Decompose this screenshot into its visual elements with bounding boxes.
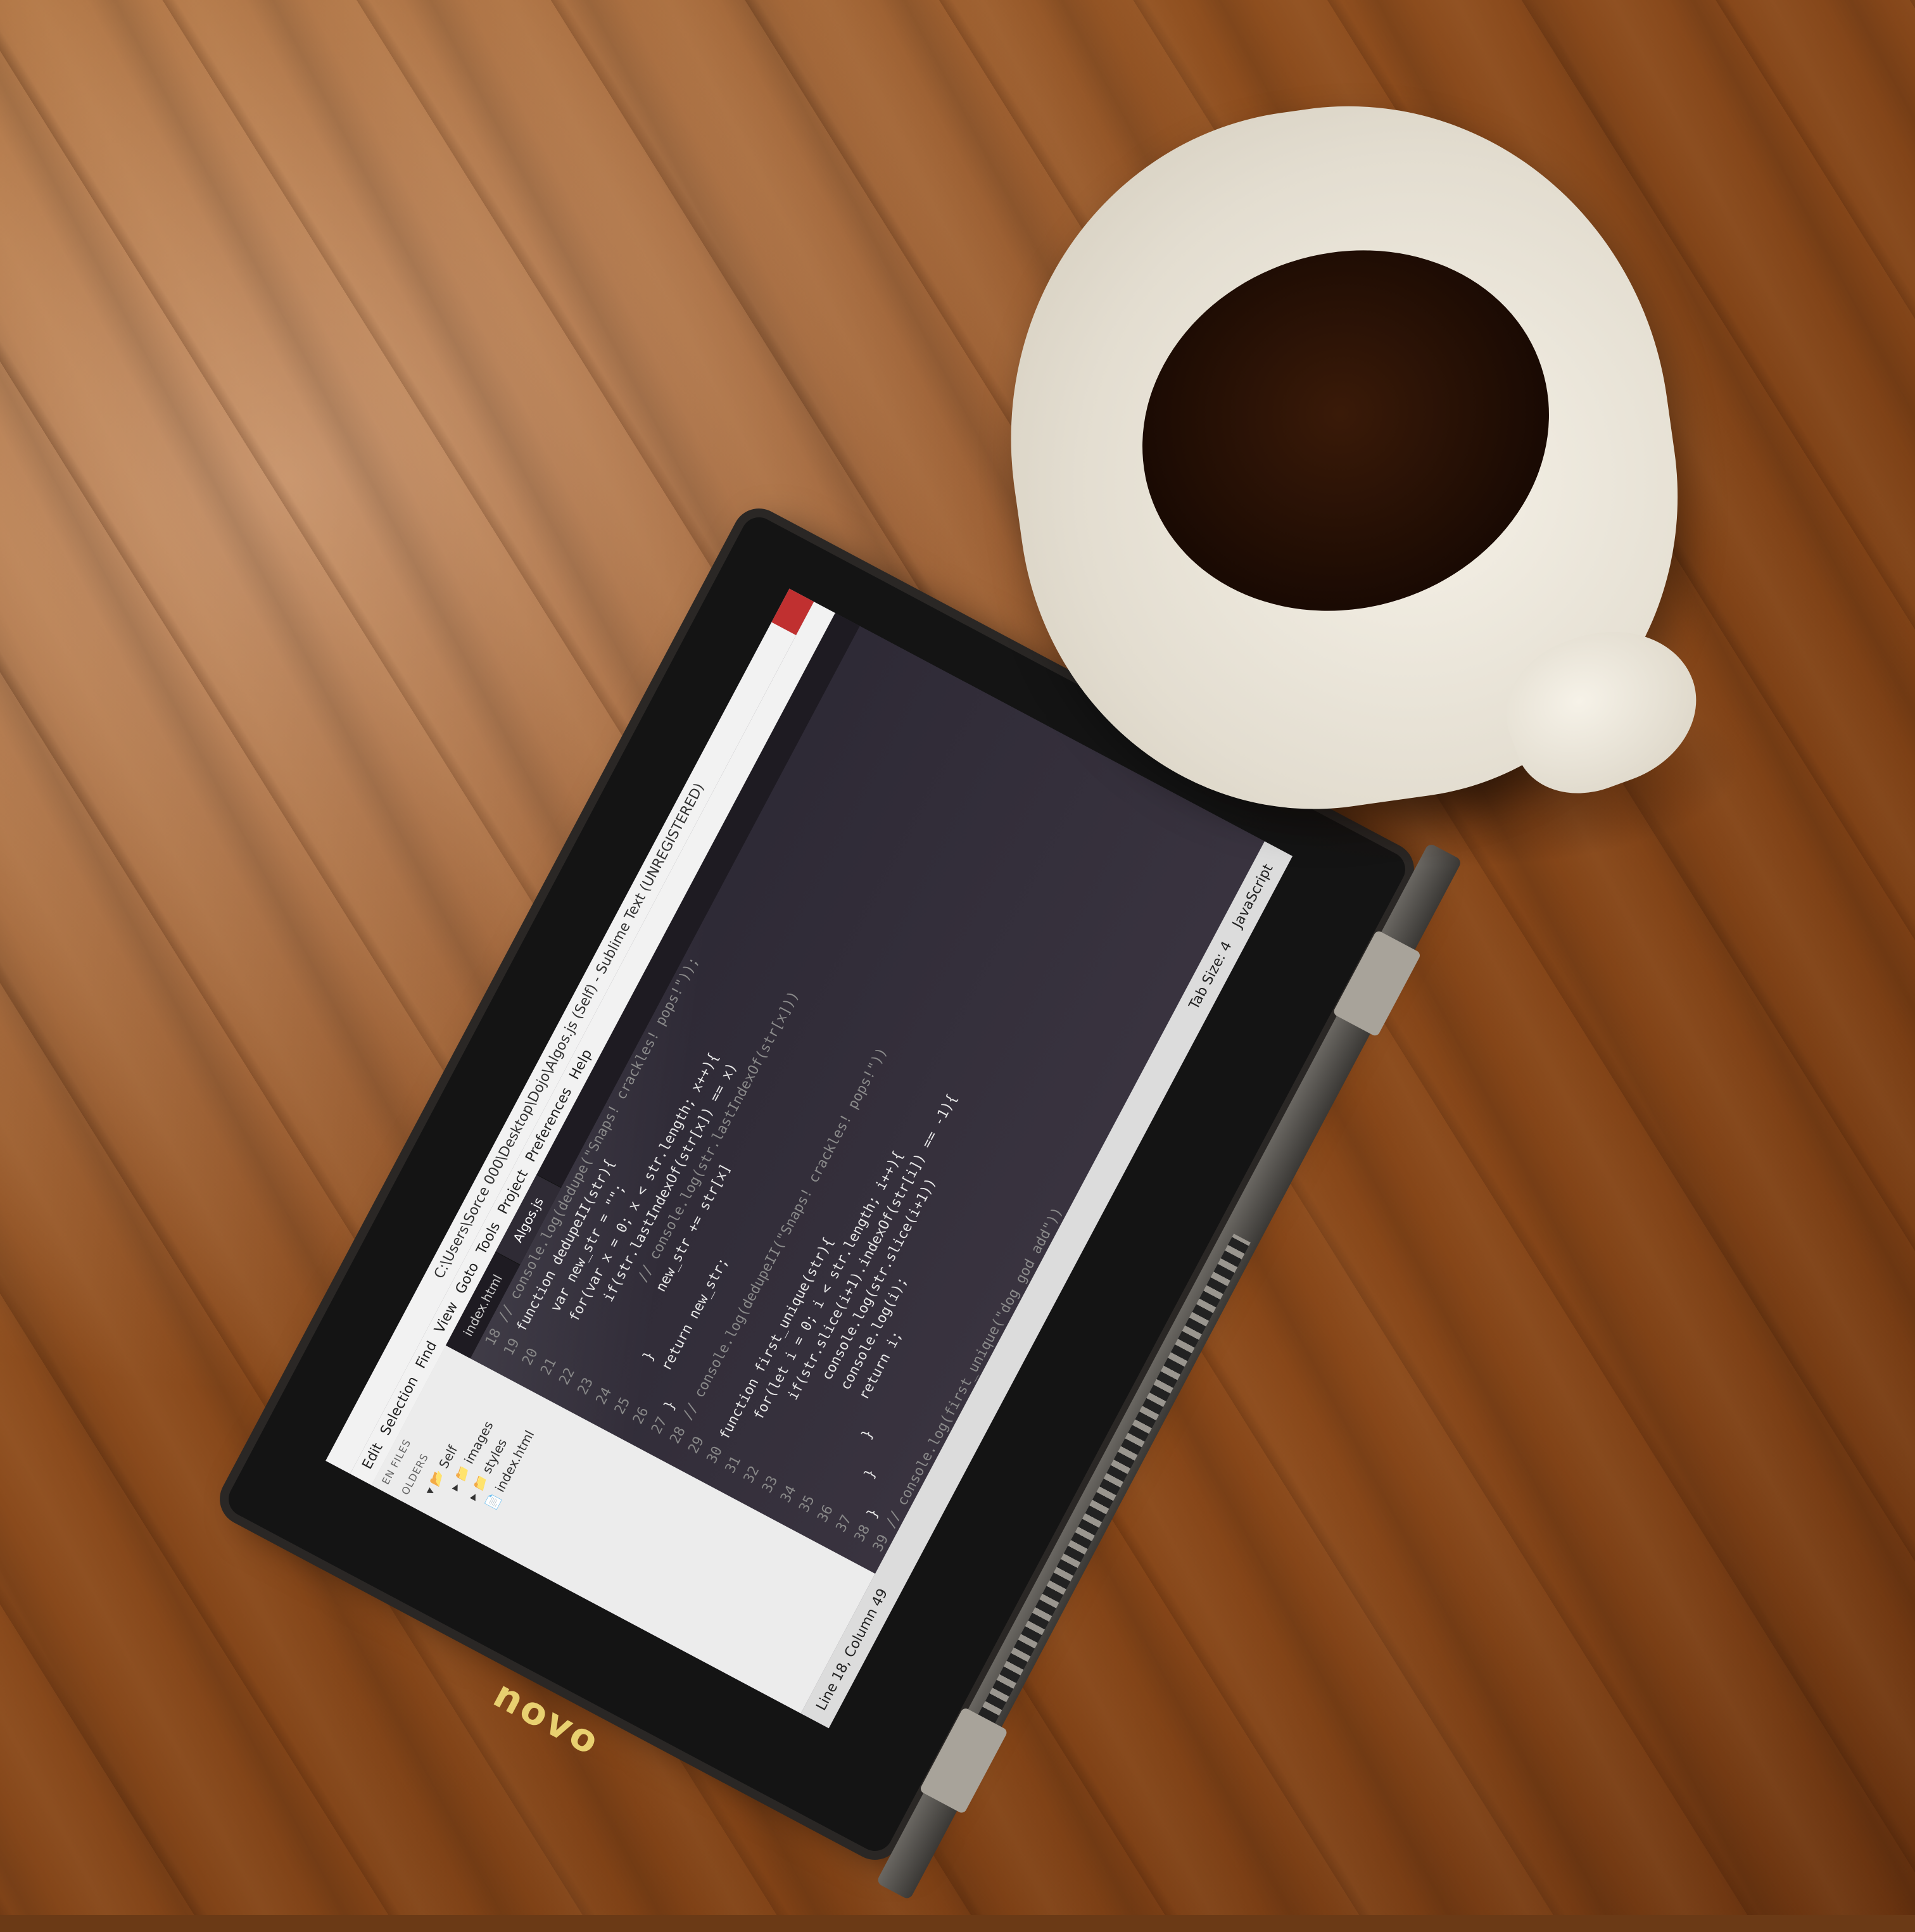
file-icon: 📄 bbox=[483, 1491, 504, 1512]
